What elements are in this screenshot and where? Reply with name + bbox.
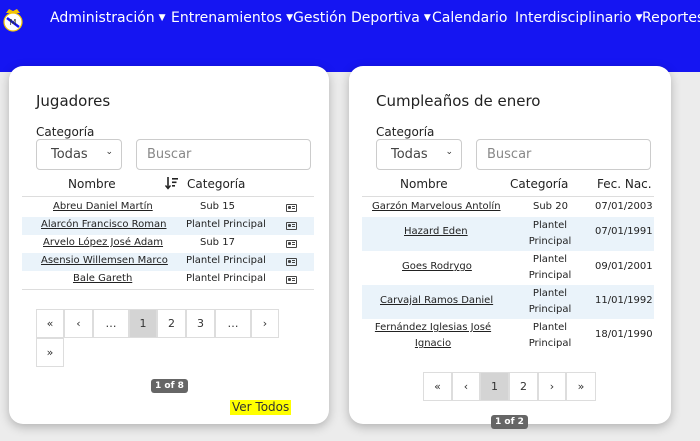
birthdays-category-select[interactable]: Todas ⌄ [376, 139, 462, 170]
birthdays-category-label: Categoría [376, 125, 435, 139]
svg-text:M: M [10, 18, 17, 27]
profile-card-icon[interactable] [286, 222, 297, 230]
page-first-button[interactable]: « [423, 372, 452, 401]
page-2-button[interactable]: 2 [157, 309, 186, 338]
players-search-input[interactable]: Buscar [136, 139, 311, 170]
nav-entrenamientos[interactable]: Entrenamientos ▼ [171, 10, 293, 26]
chevron-down-icon: ⌄ [105, 147, 113, 157]
divider [22, 196, 314, 197]
table-row: Arvelo López José Adam Sub 17 [22, 235, 314, 253]
profile-card-icon[interactable] [286, 276, 297, 284]
chevron-down-icon: ⌄ [445, 147, 453, 157]
nav-reportes[interactable]: Reportes [642, 10, 700, 26]
sort-descending-icon[interactable] [165, 176, 179, 190]
divider [362, 196, 654, 197]
birthdays-search-input[interactable]: Buscar [476, 139, 651, 170]
profile-card-icon[interactable] [286, 204, 297, 212]
birthdays-header-dob[interactable]: Fec. Nac. [597, 177, 652, 191]
divider [22, 289, 314, 290]
page-last-button[interactable]: » [566, 372, 596, 401]
table-row: Bale Gareth Plantel Principal [22, 271, 314, 289]
players-category-label: Categoría [36, 125, 95, 139]
table-row: Abreu Daniel Martín Sub 15 [22, 199, 314, 217]
page-3-button[interactable]: 3 [186, 309, 215, 338]
table-row: Hazard Eden Plantel Principal 07/01/1991 [362, 217, 654, 251]
table-row: Garzón Marvelous Antolín Sub 20 07/01/20… [372, 201, 653, 212]
table-row: Alarcón Francisco Roman Plantel Principa… [22, 217, 314, 235]
birthdays-header-name[interactable]: Nombre [400, 177, 448, 191]
nav-interdisciplinario[interactable]: Interdisciplinario ▼ [515, 10, 643, 26]
chevron-down-icon: ▼ [158, 13, 166, 23]
page-prev-button[interactable]: ‹ [452, 372, 480, 401]
table-row: Goes Rodrygo Plantel Principal 09/01/200… [402, 254, 653, 281]
page-first-button[interactable]: « [36, 309, 64, 338]
chevron-down-icon: ▼ [286, 13, 294, 23]
top-navbar: M Administración ▼ Entrenamientos ▼ Gestió… [0, 0, 700, 72]
players-header-category[interactable]: Categoría [187, 177, 245, 191]
profile-card-icon[interactable] [286, 258, 297, 266]
page-ellipsis-button[interactable]: … [215, 309, 251, 338]
birthdays-title: Cumpleaños de enero [376, 92, 541, 110]
page-last-button[interactable]: » [36, 338, 64, 367]
page-count-badge: 1 of 8 [151, 379, 188, 393]
nav-administracion[interactable]: Administración ▼ [50, 10, 166, 26]
page-ellipsis-button[interactable]: … [93, 309, 129, 338]
club-crest-icon[interactable]: M [2, 6, 24, 32]
players-title: Jugadores [36, 92, 111, 110]
birthdays-header-category[interactable]: Categoría [510, 177, 568, 191]
page-2-button[interactable]: 2 [509, 372, 538, 401]
nav-calendario[interactable]: Calendario [432, 10, 507, 26]
view-all-link[interactable]: Ver Todos [230, 400, 292, 415]
page-1-button[interactable]: 1 [480, 372, 509, 401]
page-next-button[interactable]: › [251, 309, 279, 338]
page-count-badge: 1 of 2 [491, 415, 528, 429]
page-1-button[interactable]: 1 [129, 309, 157, 338]
players-header-name[interactable]: Nombre [68, 177, 116, 191]
table-row: Asensio Willemsen Marco Plantel Principa… [22, 253, 314, 271]
profile-card-icon[interactable] [286, 240, 297, 248]
players-category-select[interactable]: Todas ⌄ [36, 139, 122, 170]
chevron-down-icon: ▼ [423, 13, 431, 23]
table-row: Carvajal Ramos Daniel Plantel Principal … [362, 285, 654, 319]
page-next-button[interactable]: › [538, 372, 566, 401]
page-prev-button[interactable]: ‹ [64, 309, 93, 338]
table-row: Fernández Iglesias José Ignacio Plantel … [374, 322, 653, 349]
nav-gestion-deportiva[interactable]: Gestión Deportiva ▼ [293, 10, 431, 26]
